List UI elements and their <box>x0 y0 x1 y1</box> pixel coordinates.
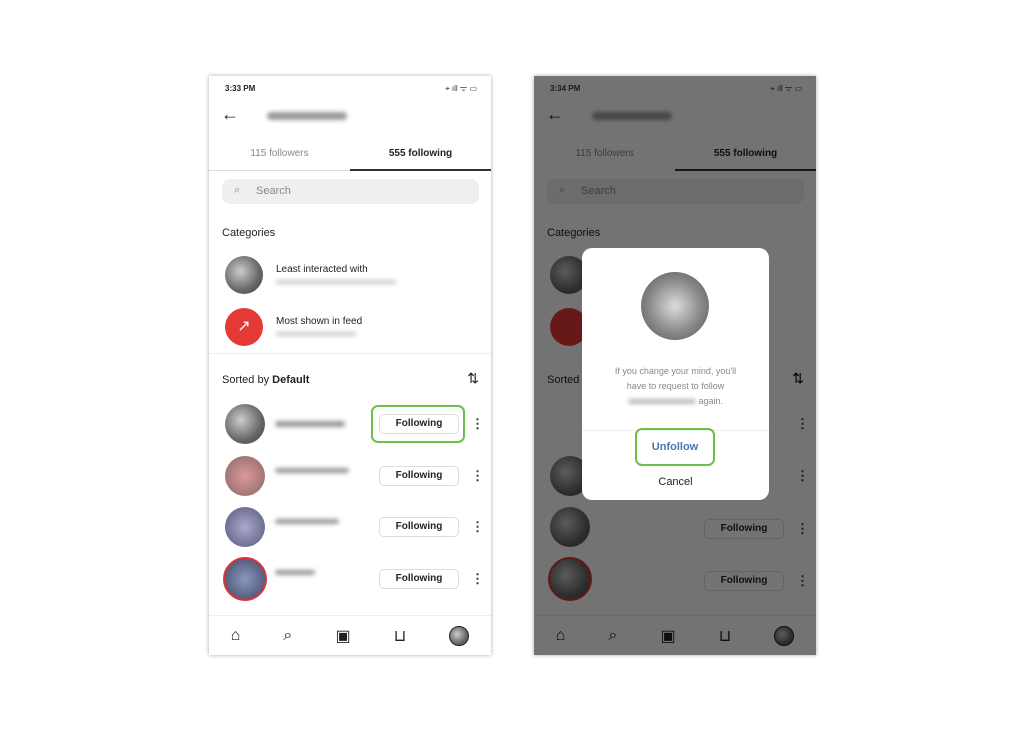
following-button[interactable]: Following <box>379 569 459 589</box>
back-arrow-icon[interactable]: ← <box>221 104 239 125</box>
unfollow-dialog: If you change your mind, you'll have to … <box>582 248 769 500</box>
redacted-username <box>275 519 339 524</box>
tab-followers[interactable]: 115 followers <box>209 148 350 159</box>
avatar-with-story <box>223 557 267 601</box>
cancel-button[interactable]: Cancel <box>582 476 769 488</box>
shop-icon[interactable]: ⊔ <box>394 626 406 646</box>
more-icon[interactable]: ⋮ <box>471 519 484 535</box>
unfollow-button[interactable]: Unfollow <box>635 428 715 466</box>
dialog-message: If you change your mind, you'll have to … <box>614 366 737 406</box>
tab-following[interactable]: 555 following <box>350 148 491 159</box>
search-placeholder: Search <box>256 185 291 197</box>
phone-following-list: 3:33 PM ⌖ ıll ᯤ ▭ ← 115 followers 555 fo… <box>209 76 491 655</box>
search-icon: ⌕ <box>234 184 241 196</box>
home-icon[interactable]: ⌂ <box>231 627 241 645</box>
divider <box>209 353 491 354</box>
redacted-username <box>275 421 345 427</box>
redacted-text <box>276 280 396 284</box>
status-time: 3:33 PM <box>225 84 256 93</box>
active-tab-indicator <box>350 169 491 171</box>
reels-icon[interactable]: ▣ <box>335 626 350 646</box>
bottom-nav: ⌂ ⌕ ▣ ⊔ <box>209 615 491 655</box>
profile-avatar[interactable] <box>449 625 470 646</box>
phone-unfollow-dialog: ⌖ ıll ᯤ ▭ ← 115 followers 555 following … <box>534 76 816 655</box>
category-most-shown[interactable]: Most shown in feed <box>276 316 362 327</box>
sort-label: Sorted by Default <box>222 374 310 386</box>
avatar <box>225 456 265 496</box>
avatar <box>225 404 265 444</box>
category-least-interacted[interactable]: Least interacted with <box>276 264 368 275</box>
status-icons: ⌖ ıll ᯤ ▭ <box>445 84 477 93</box>
following-button[interactable]: Following <box>379 414 459 434</box>
search-icon[interactable]: ⌕ <box>283 627 292 645</box>
following-button[interactable]: Following <box>379 517 459 537</box>
categories-heading: Categories <box>222 227 276 239</box>
search-input[interactable]: ⌕ Search <box>222 179 479 204</box>
dialog-avatar <box>641 272 709 340</box>
username-redacted <box>267 112 347 120</box>
sort-icon[interactable]: ⇅ <box>467 370 479 387</box>
more-icon[interactable]: ⋮ <box>471 571 484 587</box>
avatar <box>225 507 265 547</box>
redacted-text <box>276 332 356 336</box>
more-icon[interactable]: ⋮ <box>471 468 484 484</box>
more-icon[interactable]: ⋮ <box>471 416 484 432</box>
following-button[interactable]: Following <box>379 466 459 486</box>
redacted-username <box>275 570 315 575</box>
category-avatar <box>225 256 263 294</box>
status-time: 3:34 PM <box>550 84 581 93</box>
trending-icon: ↗ <box>225 308 263 346</box>
redacted-username <box>275 468 349 473</box>
